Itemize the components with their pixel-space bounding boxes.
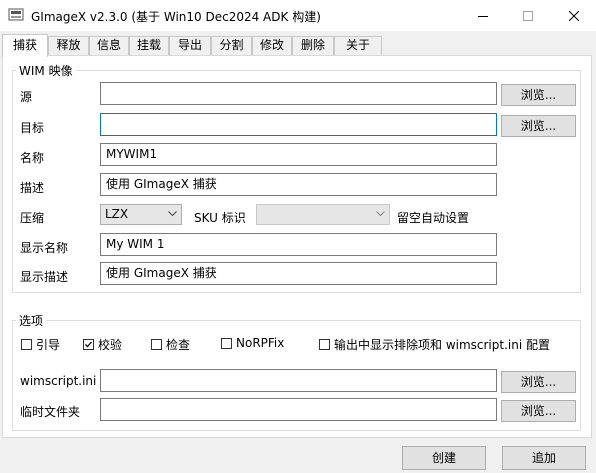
checkbox-box — [83, 339, 94, 350]
close-icon — [568, 10, 579, 21]
app-icon — [8, 8, 24, 22]
temp-folder-input[interactable] — [100, 398, 497, 421]
source-input[interactable] — [100, 82, 497, 105]
description-input[interactable]: 使用 GImageX 捕获 — [100, 173, 497, 196]
boot-checkbox[interactable]: 引导 — [21, 336, 60, 353]
check-checkbox-label: 检查 — [166, 338, 191, 352]
create-button[interactable]: 创建 — [402, 446, 486, 470]
display-name-input[interactable]: My WIM 1 — [100, 233, 497, 256]
norpfix-checkbox-label: NoRPFix — [236, 336, 285, 350]
chevron-down-icon — [376, 211, 385, 217]
window-title: GImageX v2.3.0 (基于 Win10 Dec2024 ADK 构建) — [31, 10, 321, 24]
sku-hint-label: 留空自动设置 — [397, 211, 470, 225]
tab-apply[interactable]: 释放 — [48, 36, 89, 55]
tab-delete[interactable]: 删除 — [292, 36, 334, 55]
name-input[interactable]: MYWIM1 — [100, 143, 497, 166]
wimscript-browse-button[interactable]: 浏览... — [501, 371, 576, 393]
temp-folder-label: 临时文件夹 — [20, 405, 81, 419]
compression-value: LZX — [105, 207, 129, 221]
target-label: 目标 — [20, 121, 45, 135]
show-exclusions-checkbox-label: 输出中显示排除项和 wimscript.ini 配置 — [334, 338, 550, 352]
verify-checkbox[interactable]: 校验 — [83, 336, 122, 353]
tab-info[interactable]: 信息 — [89, 36, 129, 55]
checkbox-box — [221, 337, 232, 349]
target-browse-button[interactable]: 浏览... — [501, 115, 576, 137]
show-exclusions-checkbox[interactable]: 输出中显示排除项和 wimscript.ini 配置 — [319, 336, 550, 353]
boot-checkbox-label: 引导 — [36, 338, 61, 352]
title-bar: GImageX v2.3.0 (基于 Win10 Dec2024 ADK 构建) — [0, 0, 596, 31]
name-label: 名称 — [20, 151, 45, 165]
wimscript-input[interactable] — [100, 369, 497, 392]
tab-modify[interactable]: 修改 — [252, 36, 292, 55]
description-label: 描述 — [20, 181, 45, 195]
append-button[interactable]: 追加 — [502, 446, 586, 470]
chevron-down-icon — [168, 211, 177, 217]
compression-select[interactable]: LZX — [100, 204, 182, 225]
source-browse-button[interactable]: 浏览... — [501, 84, 576, 106]
temp-folder-browse-button[interactable]: 浏览... — [501, 400, 576, 422]
close-button[interactable] — [551, 0, 596, 31]
tab-page: WIM 映像 源 浏览... 目标 浏览... 名称 MYWIM1 描述 使用 … — [2, 55, 592, 438]
checkmark-icon — [85, 341, 92, 348]
display-description-input[interactable]: 使用 GImageX 捕获 — [100, 262, 497, 285]
sku-label: SKU 标识 — [194, 211, 246, 225]
tab-about[interactable]: 关于 — [334, 36, 382, 55]
maximize-button[interactable] — [505, 0, 550, 31]
tab-mount[interactable]: 挂载 — [129, 36, 169, 55]
wim-group-title: WIM 映像 — [16, 62, 76, 79]
check-checkbox[interactable]: 检查 — [151, 336, 190, 353]
tab-split[interactable]: 分割 — [211, 36, 252, 55]
verify-checkbox-label: 校验 — [98, 338, 123, 352]
checkbox-box — [151, 339, 162, 350]
minimize-icon — [477, 15, 488, 17]
display-description-label: 显示描述 — [20, 270, 69, 284]
source-label: 源 — [20, 90, 33, 104]
compression-label: 压缩 — [20, 211, 45, 225]
maximize-icon — [522, 10, 533, 21]
tab-capture[interactable]: 捕获 — [2, 34, 48, 57]
tab-export[interactable]: 导出 — [169, 36, 211, 55]
display-name-label: 显示名称 — [20, 241, 69, 255]
checkbox-box — [319, 339, 330, 350]
norpfix-checkbox[interactable]: NoRPFix — [221, 336, 284, 350]
options-group-title: 选项 — [16, 312, 47, 329]
checkbox-box — [21, 339, 32, 350]
minimize-button[interactable] — [460, 0, 505, 31]
target-input[interactable] — [100, 113, 497, 136]
wimscript-label: wimscript.ini — [20, 374, 97, 388]
sku-select[interactable] — [256, 204, 390, 225]
